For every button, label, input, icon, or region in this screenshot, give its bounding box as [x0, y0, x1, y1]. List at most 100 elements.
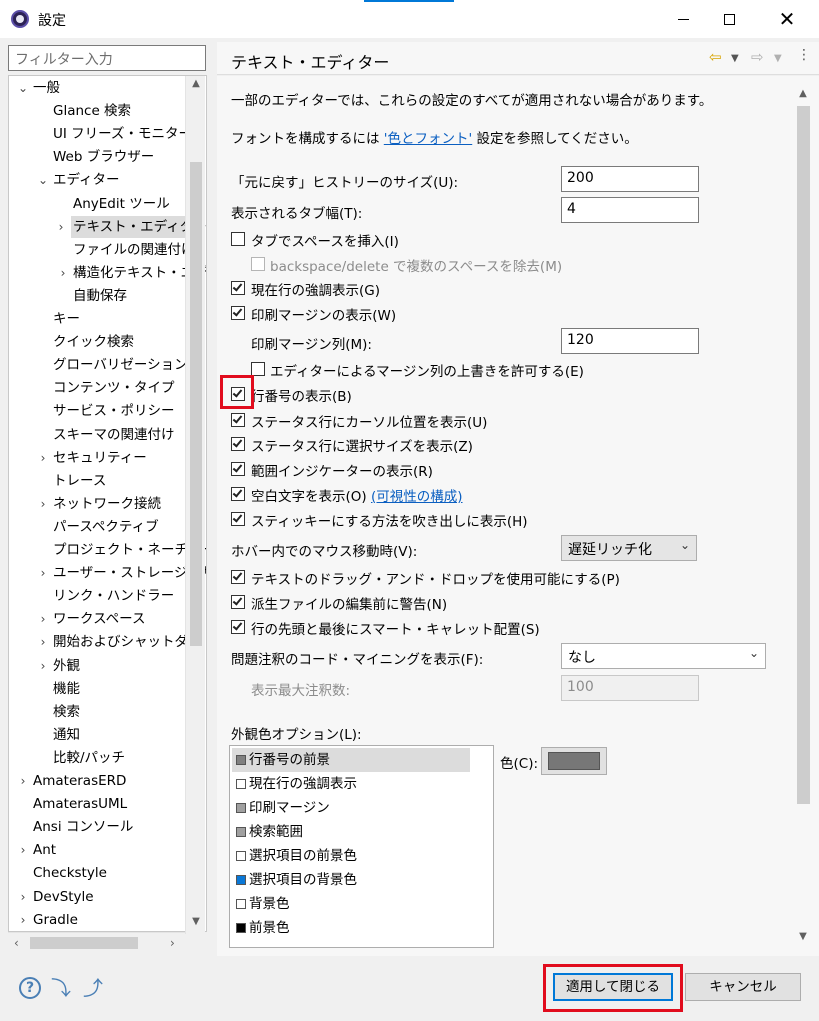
tree-item[interactable]: Checkstyle: [33, 862, 107, 884]
hover-combo[interactable]: 遅延リッチ化 ⌄: [561, 535, 697, 561]
tree-item[interactable]: 検索: [53, 701, 80, 723]
page-scroll-thumb[interactable]: [797, 106, 810, 804]
code-mining-combo[interactable]: なし ⌄: [561, 643, 766, 669]
tab-width-input[interactable]: 4: [561, 197, 699, 223]
chevron-down-icon[interactable]: ⌄: [17, 77, 29, 99]
export-icon[interactable]: ⤴: [82, 977, 104, 999]
tree-item[interactable]: リンク・ハンドラー: [53, 585, 174, 607]
tree-item[interactable]: › セキュリティー: [41, 447, 147, 469]
chevron-right-icon[interactable]: ›: [37, 631, 49, 653]
chevron-right-icon[interactable]: ›: [55, 216, 67, 238]
chevron-right-icon[interactable]: ›: [17, 770, 29, 792]
tree-item[interactable]: 機能: [53, 678, 80, 700]
view-menu-icon[interactable]: ⋮: [797, 47, 811, 63]
tree-item[interactable]: › Ant: [21, 839, 57, 861]
color-list-item[interactable]: 現在行の強調表示: [232, 772, 470, 796]
tree-item[interactable]: › ネットワーク接続: [41, 493, 161, 515]
color-picker-button[interactable]: [541, 747, 607, 775]
tree-item[interactable]: AmaterasUML: [33, 793, 127, 815]
chevron-right-icon[interactable]: ›: [17, 886, 29, 908]
tree-item[interactable]: ⌄ 一般: [18, 77, 60, 99]
max-annotations-input[interactable]: 100: [561, 675, 699, 701]
drag-drop-checkbox[interactable]: [231, 570, 245, 584]
tree-item[interactable]: › テキスト・エディター: [59, 215, 206, 238]
back-dropdown-icon[interactable]: ▼: [731, 53, 739, 64]
color-list-item[interactable]: 選択項目の背景色: [232, 868, 470, 892]
range-indicator-checkbox[interactable]: [231, 462, 245, 476]
chevron-right-icon[interactable]: ›: [37, 608, 49, 630]
import-icon[interactable]: ⤵: [50, 977, 72, 999]
insert-spaces-checkbox[interactable]: [231, 232, 245, 246]
tree-scroll-thumb[interactable]: [190, 162, 202, 646]
tree-item[interactable]: サービス・ポリシー: [53, 400, 175, 422]
tree-item[interactable]: 通知: [53, 724, 80, 746]
color-list-item[interactable]: 選択項目の前景色: [232, 844, 470, 868]
color-list-item[interactable]: 行番号の前景: [232, 748, 470, 772]
chevron-right-icon[interactable]: ›: [37, 447, 49, 469]
page-vertical-scrollbar[interactable]: ▲ ▼: [793, 86, 813, 948]
tree-item[interactable]: Web ブラウザー: [53, 146, 154, 168]
tree-item[interactable]: 比較/パッチ: [53, 747, 125, 769]
margin-column-input[interactable]: 120: [561, 328, 699, 354]
tree-horizontal-scrollbar[interactable]: ‹ ›: [8, 932, 185, 952]
cancel-button[interactable]: キャンセル: [685, 973, 801, 1001]
tree-item[interactable]: ›ユーザー・ストレージ・サー: [41, 562, 206, 584]
chevron-right-icon[interactable]: ›: [37, 655, 49, 677]
tree-item[interactable]: ⌄ エディター: [38, 169, 120, 191]
tree-item[interactable]: UI フリーズ・モニター: [53, 123, 192, 145]
print-margin-checkbox[interactable]: [231, 306, 245, 320]
allow-override-checkbox[interactable]: [251, 362, 265, 376]
chevron-right-icon[interactable]: ›: [17, 839, 29, 861]
chevron-down-icon[interactable]: ⌄: [37, 169, 49, 191]
tree-item[interactable]: トレース: [53, 470, 106, 492]
tree-item[interactable]: ファイルの関連付け: [73, 239, 195, 261]
forward-arrow-icon[interactable]: ⇨: [751, 48, 764, 66]
scroll-right-icon[interactable]: ›: [170, 933, 175, 953]
tree-item[interactable]: AnyEdit ツール: [73, 193, 170, 215]
scroll-up-icon[interactable]: ▲: [186, 78, 206, 89]
tree-vertical-scrollbar[interactable]: ▲ ▼: [185, 76, 205, 934]
color-list-item[interactable]: 背景色: [232, 892, 470, 916]
color-list-item[interactable]: 検索範囲: [232, 820, 470, 844]
chevron-right-icon[interactable]: ›: [37, 493, 49, 515]
filter-input[interactable]: フィルター入力: [8, 45, 206, 71]
tree-item[interactable]: グローバリゼーション: [53, 354, 188, 376]
tree-item[interactable]: クイック検索: [53, 331, 134, 353]
close-window-button[interactable]: ✕: [764, 0, 810, 38]
chevron-right-icon[interactable]: ›: [57, 262, 69, 284]
tree-item[interactable]: › ワークスペース: [41, 608, 146, 630]
color-list-item[interactable]: 前景色: [232, 916, 470, 940]
smart-caret-checkbox[interactable]: [231, 620, 245, 634]
scroll-up-icon[interactable]: ▲: [793, 88, 813, 99]
tree-item[interactable]: Glance 検索: [53, 100, 131, 122]
backspace-checkbox[interactable]: [251, 257, 265, 271]
tree-item[interactable]: › AmaterasERD: [21, 770, 127, 792]
undo-history-input[interactable]: 200: [561, 166, 699, 192]
scroll-down-icon[interactable]: ▼: [793, 931, 813, 942]
tree-item[interactable]: プロジェクト・ネーチャー: [53, 539, 206, 561]
appearance-color-list[interactable]: 行番号の前景 現在行の強調表示 印刷マージン 検索範囲 選択項目の前景色 選択項目の背景色…: [229, 745, 494, 948]
tree-item[interactable]: › 外観: [41, 655, 80, 677]
minimize-button[interactable]: [660, 0, 706, 38]
maximize-button[interactable]: [706, 0, 752, 38]
highlight-line-checkbox[interactable]: [231, 281, 245, 295]
forward-dropdown-icon[interactable]: ▼: [774, 53, 782, 64]
chevron-right-icon[interactable]: ›: [37, 562, 49, 584]
tree-item[interactable]: パースペクティブ: [53, 516, 159, 538]
colors-fonts-link[interactable]: '色とフォント': [384, 131, 472, 147]
tree-item[interactable]: › Gradle: [21, 909, 78, 931]
tree-item[interactable]: コンテンツ・タイプ: [53, 377, 175, 399]
derived-warn-checkbox[interactable]: [231, 595, 245, 609]
status-selection-checkbox[interactable]: [231, 437, 245, 451]
tree-item[interactable]: 自動保存: [73, 285, 127, 307]
whitespace-checkbox[interactable]: [231, 487, 245, 501]
tree-item[interactable]: › DevStyle: [21, 886, 94, 908]
sticky-checkbox[interactable]: [231, 512, 245, 526]
tree-item[interactable]: キー: [53, 308, 80, 330]
status-cursor-checkbox[interactable]: [231, 413, 245, 427]
color-list-item[interactable]: 印刷マージン: [232, 796, 470, 820]
back-arrow-icon[interactable]: ⇦: [709, 48, 722, 66]
tree-item[interactable]: Ansi コンソール: [33, 816, 133, 838]
tree-item[interactable]: スキーマの関連付け: [53, 424, 175, 446]
help-icon[interactable]: ?: [19, 977, 41, 999]
